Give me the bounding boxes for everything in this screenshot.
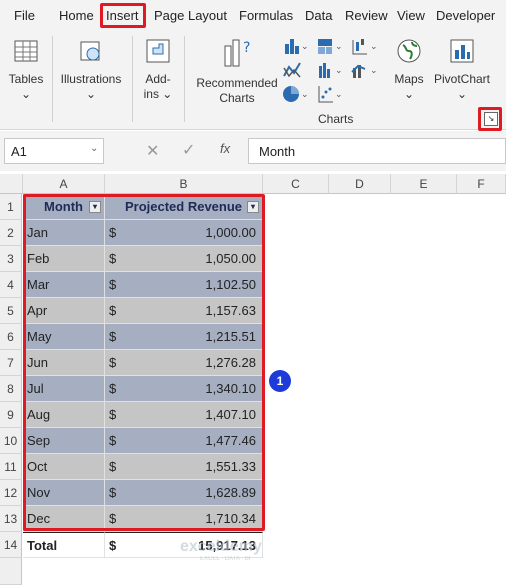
formula-input[interactable]: Month (248, 138, 506, 164)
row-header[interactable]: 9 (0, 402, 22, 428)
maps-button[interactable]: Maps ⌄ (386, 36, 432, 102)
tab-page-layout[interactable]: Page Layout (154, 8, 227, 23)
row-header[interactable]: 5 (0, 298, 22, 324)
waterfall-chart-icon[interactable]: ⌄ (350, 36, 380, 56)
column-chart-icon[interactable]: ⌄ (282, 36, 310, 56)
watermark-logo: exceldemy (180, 538, 262, 555)
chevron-down-icon: ⌄ (403, 87, 415, 101)
tab-developer[interactable]: Developer (436, 8, 495, 23)
svg-text:⌄: ⌄ (335, 66, 343, 76)
svg-text:⌄: ⌄ (301, 42, 309, 52)
chevron-down-icon: ⌄ (85, 87, 97, 101)
tables-button[interactable]: Tables ⌄ (4, 36, 48, 102)
column-header-e[interactable]: E (391, 174, 457, 194)
tab-home[interactable]: Home (59, 8, 94, 23)
svg-text:⌄: ⌄ (335, 90, 343, 100)
illustrations-button[interactable]: Illustrations ⌄ (56, 36, 126, 102)
illustrations-label: Illustrations (60, 72, 122, 86)
ribbon-separator (184, 36, 185, 122)
pivotchart-icon (450, 39, 474, 63)
addins-label-line2: ins ⌄ (143, 87, 173, 101)
formula-bar: A1 ⌄ ✕ ✓ fx Month (0, 131, 506, 171)
recommended-label-line1: Recommended (196, 76, 278, 90)
row-header[interactable]: 11 (0, 454, 22, 480)
name-box[interactable]: A1 (4, 138, 104, 164)
row-header-14[interactable]: 14 (0, 532, 22, 558)
column-header-b[interactable]: B (105, 174, 263, 194)
tab-view[interactable]: View (397, 8, 425, 23)
pivotchart-label: PivotChart (433, 72, 491, 86)
line-chart-icon[interactable] (282, 60, 310, 80)
scatter-chart-icon[interactable]: ⌄ (316, 84, 344, 104)
hierarchy-chart-icon[interactable]: ⌄ (316, 36, 344, 56)
column-header-c[interactable]: C (263, 174, 329, 194)
row-header-1[interactable]: 1 (0, 194, 22, 220)
insert-tab-highlight (100, 3, 146, 28)
insert-ribbon: Tables ⌄ Illustrations ⌄ Add- ins ⌄ ? Re… (0, 32, 506, 130)
globe-icon (397, 39, 421, 63)
row-header[interactable]: 2 (0, 220, 22, 246)
row-header[interactable]: 3 (0, 246, 22, 272)
ribbon-separator (132, 36, 133, 122)
row-header[interactable]: 10 (0, 428, 22, 454)
select-all-corner[interactable] (0, 174, 23, 194)
table-icon (14, 40, 38, 62)
pie-chart-icon[interactable]: ⌄ (282, 84, 310, 104)
tab-file[interactable]: File (14, 8, 35, 23)
chevron-down-icon: ⌄ (20, 87, 32, 101)
total-label-cell[interactable]: Total (23, 532, 105, 558)
addins-label-line1: Add- (145, 72, 171, 86)
svg-text:?: ? (243, 40, 250, 56)
recommended-charts-icon: ? (224, 39, 250, 67)
row-header[interactable]: 7 (0, 350, 22, 376)
row-header[interactable]: 8 (0, 376, 22, 402)
chart-type-gallery: ⌄ ⌄ ⌄ ⌄ ⌄ ⌄ ⌄ (282, 36, 382, 108)
function-icon[interactable]: fx (220, 141, 230, 156)
illustrations-icon (80, 41, 100, 61)
column-header-d[interactable]: D (329, 174, 391, 194)
tables-label: Tables (8, 72, 44, 86)
row-header[interactable]: 6 (0, 324, 22, 350)
svg-text:⌄: ⌄ (370, 42, 378, 52)
svg-text:⌄: ⌄ (301, 90, 309, 100)
column-header-a[interactable]: A (23, 174, 105, 194)
ribbon-tabs: File Home Insert Page Layout Formulas Da… (0, 0, 506, 32)
recommended-label-line2: Charts (219, 91, 255, 105)
watermark-tagline: EXCEL · DATA · BI (200, 556, 251, 562)
addins-button[interactable]: Add- ins ⌄ (138, 36, 178, 102)
svg-text:⌄: ⌄ (370, 66, 378, 76)
combo-chart-icon[interactable]: ⌄ (350, 60, 380, 80)
chevron-down-icon: ⌄ (456, 87, 468, 101)
row-header-15[interactable] (0, 558, 22, 585)
recommended-charts-button[interactable]: ? Recommended Charts (192, 36, 282, 106)
tab-review[interactable]: Review (345, 8, 388, 23)
cancel-icon[interactable]: ✕ (146, 141, 159, 161)
dialog-launcher-highlight (478, 107, 502, 131)
enter-icon[interactable]: ✓ (182, 140, 195, 160)
maps-label: Maps (394, 72, 424, 86)
ribbon-separator (52, 36, 53, 122)
tab-data[interactable]: Data (305, 8, 332, 23)
row-header[interactable]: 13 (0, 506, 22, 532)
row-header[interactable]: 12 (0, 480, 22, 506)
table-range-highlight (23, 194, 265, 531)
chevron-down-icon[interactable]: ⌄ (90, 143, 98, 154)
addins-icon (146, 39, 170, 63)
statistic-chart-icon[interactable]: ⌄ (316, 60, 344, 80)
step-badge-1: 1 (269, 370, 291, 392)
tab-formulas[interactable]: Formulas (239, 8, 293, 23)
svg-text:⌄: ⌄ (335, 42, 343, 52)
pivotchart-button[interactable]: PivotChart ⌄ (432, 36, 492, 102)
charts-group-label: Charts (318, 112, 354, 126)
row-header[interactable]: 4 (0, 272, 22, 298)
column-header-f[interactable]: F (457, 174, 506, 194)
